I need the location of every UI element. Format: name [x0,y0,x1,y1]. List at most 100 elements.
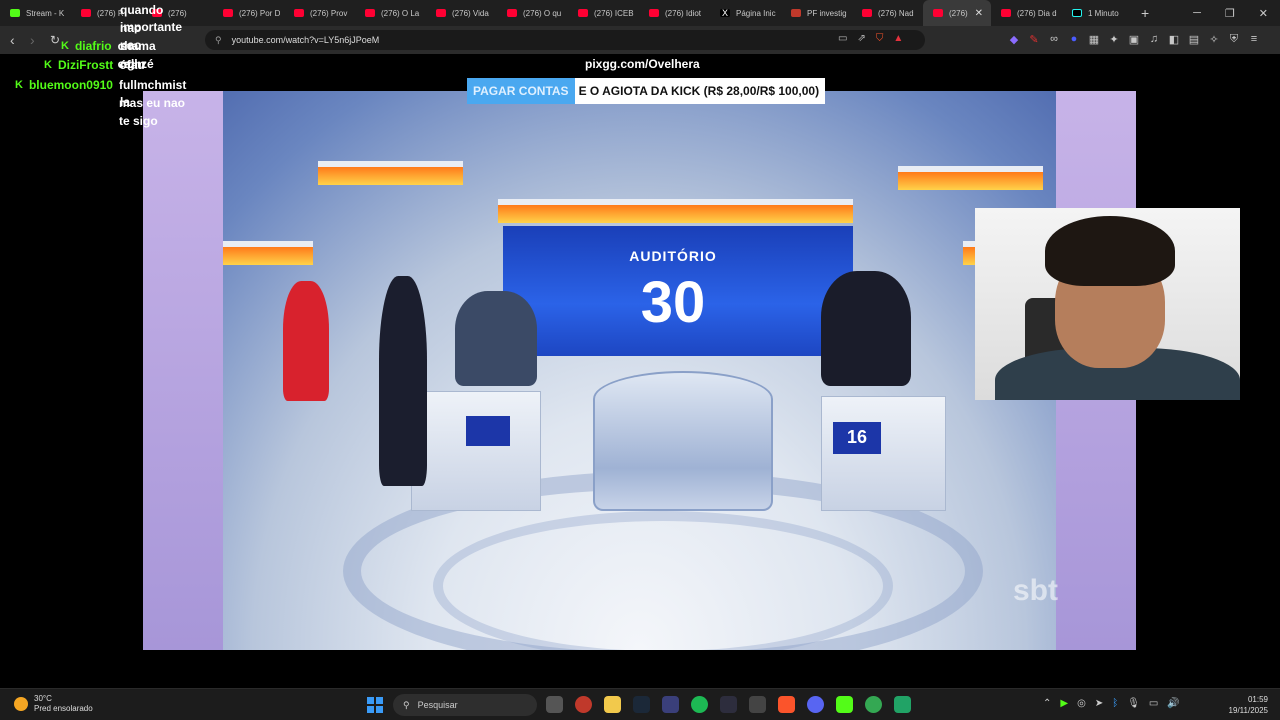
extension-icon[interactable]: ✎ [1028,33,1040,46]
app-icon[interactable] [720,696,737,713]
tab-youtube-active[interactable]: (276) ✕ [923,0,991,26]
tab-youtube[interactable]: (276) Nad [852,0,923,26]
tab-pf[interactable]: PF investig [781,0,852,26]
screen-title: AUDITÓRIO [629,248,717,264]
search-label: Pesquisar [417,700,458,710]
close-window-icon[interactable]: ✕ [1259,7,1268,20]
weather-desc: Pred ensolarado [34,704,93,713]
tab-label: (276) ICEB [594,8,634,18]
address-bar-actions: ▭ ⇗ ⛉ ▲ [838,33,903,44]
forward-icon[interactable]: › [30,32,35,48]
assistant-figure [283,281,329,401]
weather-widget[interactable]: 30°C Pred ensolarado [14,694,93,714]
discord-icon[interactable] [807,696,824,713]
bluetooth-icon[interactable]: ᛒ [1112,698,1118,709]
tab-youtube[interactable]: (276) O qu [497,0,568,26]
tab-x-home[interactable]: X Página Inic [710,0,781,26]
address-bar[interactable]: ⚲ youtube.com/watch?v=LY5n6jJPoeM [205,30,925,50]
streamer-hair [1045,216,1175,286]
brave-shields-icon[interactable]: ⛉ [876,33,884,44]
back-icon[interactable]: ‹ [10,32,15,48]
kick-app-icon[interactable] [836,696,853,713]
volume-icon[interactable]: 🔊 [1167,698,1179,709]
stage-floor-ring [433,511,893,650]
tray-app-icon[interactable]: ◎ [1077,698,1086,709]
site-info-icon[interactable]: ⚲ [215,35,222,46]
brave-icon[interactable] [778,696,795,713]
spotify-icon[interactable] [691,696,708,713]
menu-icon[interactable]: ≡ [1248,33,1260,45]
studio-light-strip [318,161,463,185]
youtube-icon [365,9,375,17]
search-icon: ⚲ [403,699,410,710]
tab-tiktok[interactable]: 1 Minuto [1062,0,1133,26]
browser-tab-strip: Stream - K (276) R (276) (276) Por D (27… [0,0,1280,26]
tab-label: Página Inic [736,8,776,18]
chrome-icon[interactable] [865,696,882,713]
youtube-icon [578,9,588,17]
host-figure [379,276,427,486]
pinned-apps [546,696,911,713]
tab-label: 1 Minuto [1088,8,1119,18]
extensions-puzzle-icon[interactable]: ✦ [1108,33,1120,46]
taskbar-search[interactable]: ⚲ Pesquisar [393,694,537,716]
wallet-icon[interactable]: ▤ [1188,33,1200,46]
vpn-icon[interactable]: ⛨ [1228,33,1240,45]
sidebar-icon[interactable]: ◧ [1168,33,1180,46]
file-explorer-icon[interactable] [604,696,621,713]
leo-ai-icon[interactable]: ✧ [1208,33,1220,46]
extension-icon[interactable]: ▦ [1088,33,1100,46]
chat-message: la [120,93,130,111]
task-view-icon[interactable] [546,696,563,713]
youtube-icon [223,9,233,17]
presenter-figure [821,271,911,386]
center-podium [593,371,773,511]
cast-icon[interactable]: ▭ [838,33,847,44]
close-tab-icon[interactable]: ✕ [975,8,983,19]
tab-label: (276) Por D [239,8,281,18]
tab-stream-kick[interactable]: Stream - K [0,0,71,26]
weather-temp: 30°C [34,694,52,703]
streamer-webcam [975,208,1240,400]
tab-youtube[interactable]: (276) O La [355,0,426,26]
steam-icon[interactable] [633,696,650,713]
minimize-icon[interactable]: ─ [1193,7,1201,19]
windows-start-icon[interactable] [367,697,383,713]
kick-badge-icon: K [44,59,52,71]
kick-badge-icon: K [15,79,23,91]
tab-label: (276) [949,8,968,18]
extension-icon[interactable]: ◆ [1008,33,1020,46]
tab-youtube[interactable]: (276) ICEB [568,0,639,26]
new-tab-button[interactable]: + [1141,5,1149,21]
news-icon [791,9,801,17]
extension-icon[interactable]: ∞ [1048,33,1060,45]
opera-icon[interactable] [575,696,592,713]
settings-icon[interactable] [749,696,766,713]
extension-icon[interactable]: ▣ [1128,33,1140,46]
extension-icon[interactable]: ● [1068,33,1080,45]
tray-app-icon[interactable]: ▶ [1060,698,1068,709]
taskbar-clock[interactable]: 01:59 19/11/2025 [1229,694,1268,716]
brave-rewards-icon[interactable]: ▲ [893,33,903,44]
kick-icon [10,9,20,17]
network-icon[interactable]: ▭ [1149,698,1158,709]
tab-youtube[interactable]: (276) Idiot [639,0,710,26]
notepad-icon[interactable] [894,696,911,713]
tab-youtube[interactable]: (276) Por D [213,0,284,26]
left-podium [411,391,541,511]
reload-icon[interactable]: ↻ [50,33,60,47]
tab-youtube[interactable]: (276) Dia d [991,0,1062,26]
chevron-up-icon[interactable]: ⌃ [1043,698,1051,709]
microphone-icon[interactable]: 🎙 [1127,698,1140,709]
app-icon[interactable] [662,696,679,713]
window-controls: ─ ❐ ✕ [1193,0,1280,26]
restore-icon[interactable]: ❐ [1225,7,1235,20]
goal-highlight: PAGAR CONTAS [467,78,575,104]
tab-youtube[interactable]: (276) Vida [426,0,497,26]
tray-app-icon[interactable]: ➤ [1095,698,1103,709]
share-icon[interactable]: ⇗ [857,33,865,44]
media-control-icon[interactable]: ♫ [1148,33,1160,45]
clock-date: 19/11/2025 [1228,706,1268,715]
tab-label: (276) [168,8,187,18]
tab-youtube[interactable]: (276) Prov [284,0,355,26]
